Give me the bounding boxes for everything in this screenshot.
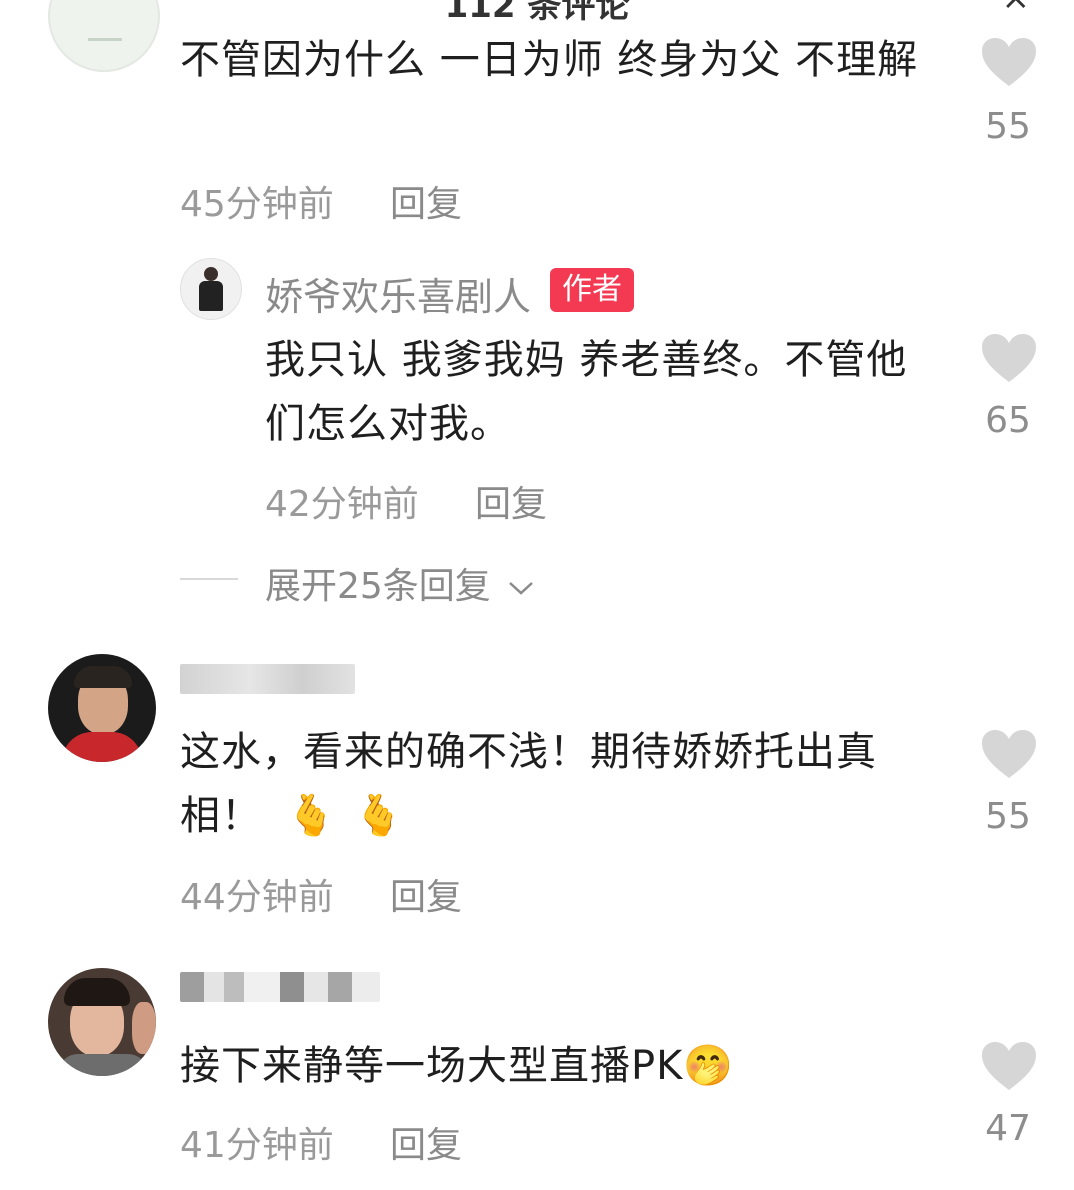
- avatar[interactable]: [48, 968, 156, 1076]
- reply-button[interactable]: 回复: [475, 475, 547, 527]
- comment-text-body: 这水，看来的确不浅！期待娇娇托出真相！: [180, 729, 877, 839]
- comment-time: 44分钟前: [180, 877, 334, 918]
- reply-button[interactable]: 回复: [390, 868, 462, 920]
- reply-text: 我只认 我爹我妈 养老善终。不管他们怎么对我。: [265, 337, 908, 447]
- comment-text: 不管因为什么 一日为师 终身为父 不理解: [180, 37, 919, 83]
- like-count: 47: [985, 1108, 1031, 1149]
- reply-time: 42分钟前: [265, 484, 419, 525]
- close-icon[interactable]: ×: [1002, 0, 1031, 18]
- reply-button[interactable]: 回复: [390, 1116, 462, 1168]
- like-count: 65: [985, 400, 1031, 441]
- finger-heart-emoji: 🫰🫰: [286, 793, 422, 839]
- like-count: 55: [985, 106, 1031, 147]
- heart-icon[interactable]: [980, 728, 1038, 780]
- comment-text: 接下来静等一场大型直播PK🤭: [180, 1034, 960, 1098]
- heart-icon[interactable]: [980, 36, 1038, 88]
- comment-text-body: 接下来静等一场大型直播PK: [180, 1043, 684, 1089]
- comment-text: 这水，看来的确不浅！期待娇娇托出真相！ 🫰🫰: [180, 720, 940, 848]
- expand-divider: [180, 578, 238, 580]
- like-count: 55: [985, 796, 1031, 837]
- avatar[interactable]: [48, 0, 160, 72]
- expand-replies-label: 展开25条回复: [265, 566, 491, 607]
- author-username[interactable]: 娇爷欢乐喜剧人: [265, 266, 531, 321]
- hand-over-mouth-emoji: 🤭: [683, 1043, 735, 1089]
- heart-icon[interactable]: [980, 332, 1038, 384]
- comment-time: 45分钟前: [180, 184, 334, 225]
- username-blurred[interactable]: [180, 972, 380, 1002]
- comments-header-title: 112 条评论: [444, 0, 630, 26]
- heart-icon[interactable]: [980, 1040, 1038, 1092]
- chevron-down-icon: [509, 582, 534, 595]
- username-blurred[interactable]: [180, 664, 355, 694]
- expand-replies-button[interactable]: 展开25条回复: [265, 557, 536, 609]
- avatar[interactable]: [48, 654, 156, 762]
- comment-time: 41分钟前: [180, 1125, 334, 1166]
- author-badge: 作者: [550, 268, 634, 312]
- author-avatar[interactable]: [180, 258, 242, 320]
- reply-button[interactable]: 回复: [390, 175, 462, 227]
